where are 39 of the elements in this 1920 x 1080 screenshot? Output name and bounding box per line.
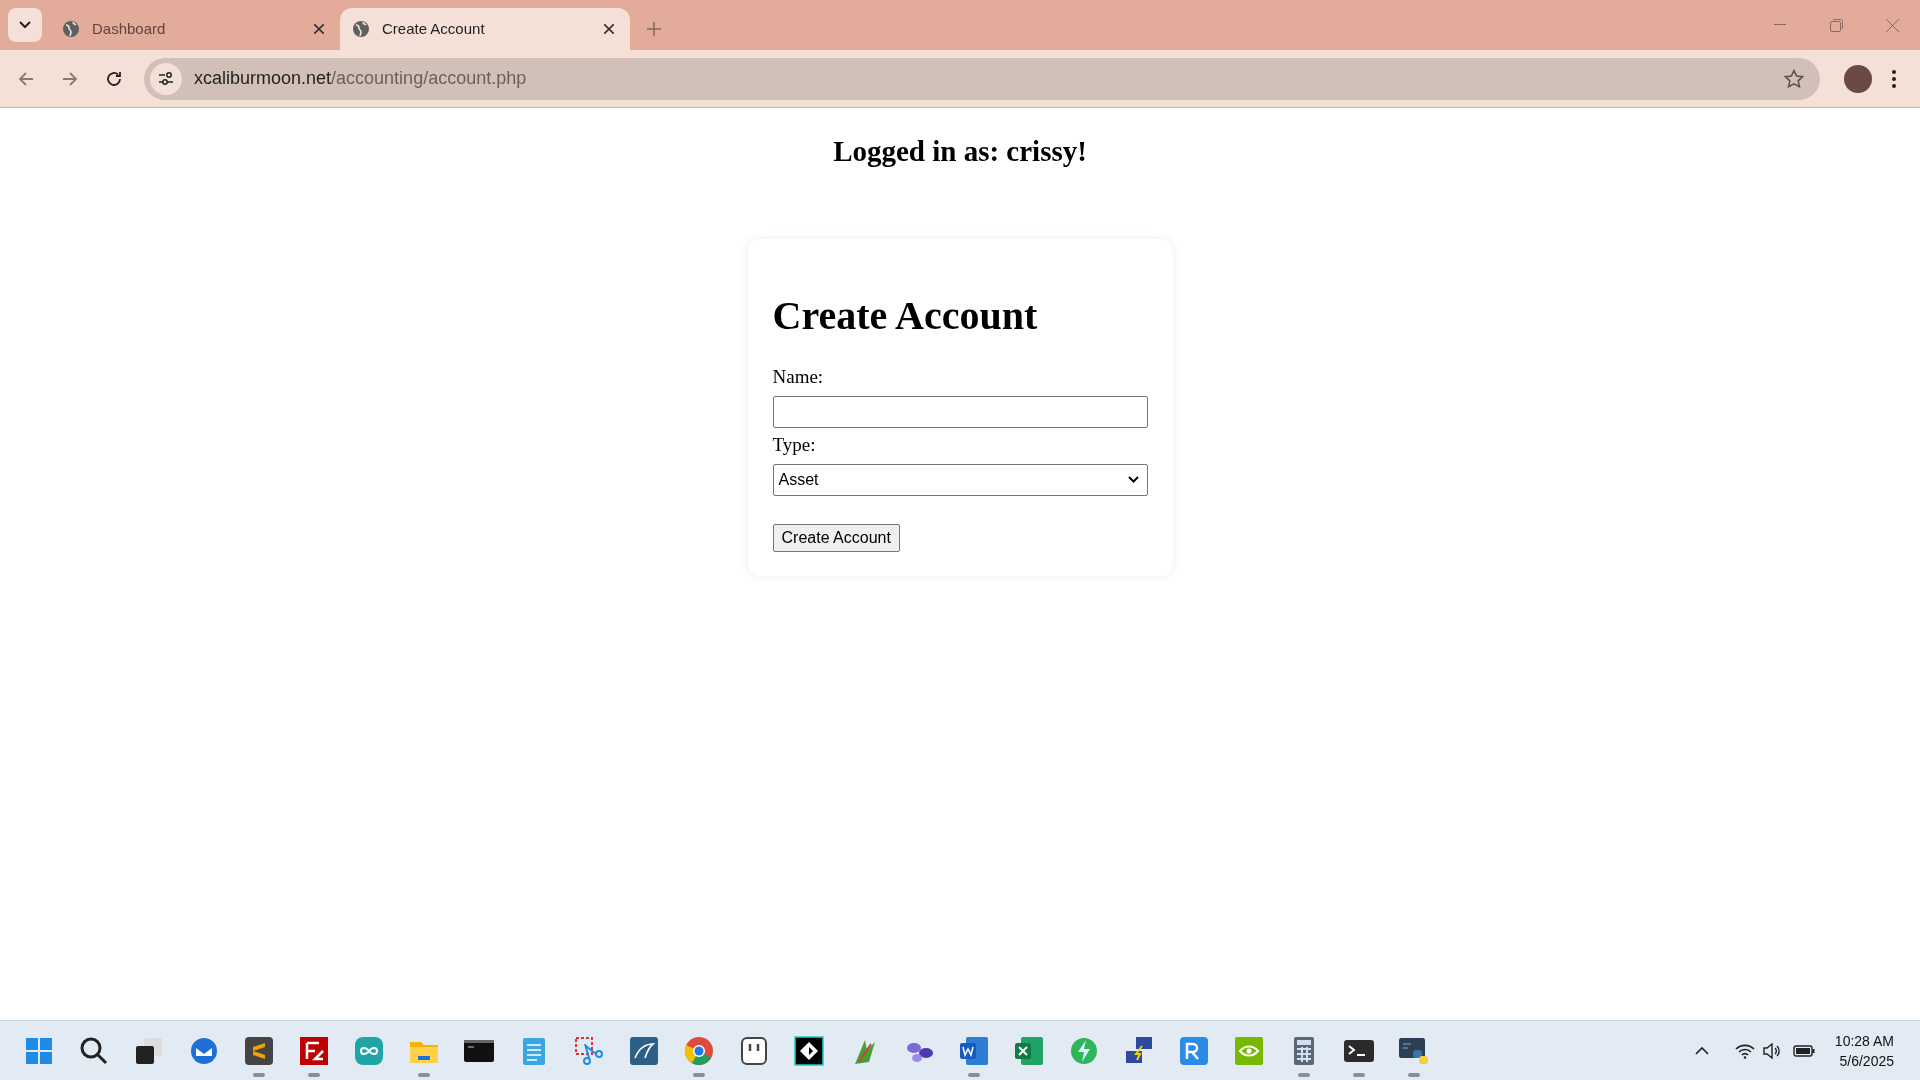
chevron-down-icon	[19, 21, 31, 29]
globe-icon	[62, 20, 80, 38]
tab-title: Dashboard	[92, 18, 167, 39]
name-input[interactable]	[772, 395, 1148, 428]
battery-icon[interactable]	[1792, 1043, 1815, 1058]
clock-date[interactable]: 5/6/2025	[1839, 1050, 1894, 1071]
minimize-icon	[1774, 24, 1786, 26]
restore-icon	[1829, 18, 1843, 32]
more-menu-icon[interactable]	[1892, 69, 1896, 88]
diamond-logo-icon	[792, 1033, 826, 1068]
address-bar[interactable]: xcaliburmoon.net/accounting/account.php	[144, 57, 1820, 100]
close-tab-icon[interactable]	[604, 24, 614, 34]
chevron-down-icon	[1127, 476, 1139, 483]
close-icon	[1885, 18, 1899, 32]
tune-icon	[158, 71, 174, 86]
back-arrow-icon	[18, 70, 34, 87]
tab-title: Create Account	[382, 18, 486, 39]
profile-avatar[interactable]	[1844, 64, 1872, 93]
form-title: Create Account	[772, 295, 1039, 336]
globe-icon	[352, 20, 370, 38]
type-dropdown[interactable]: Asset	[772, 463, 1148, 496]
login-status: Logged in as: crissy!	[833, 134, 1087, 169]
volume-icon[interactable]	[1762, 1042, 1781, 1059]
browser-tab[interactable]: Dashboard	[50, 8, 340, 50]
chevron-up-icon[interactable]	[1694, 1046, 1709, 1055]
field-label: Type:	[772, 433, 817, 456]
field-label: Name:	[772, 365, 825, 388]
tab-list-button[interactable]	[8, 8, 42, 42]
site-settings-button[interactable]	[150, 62, 182, 95]
plus-icon	[647, 22, 661, 36]
clock-time[interactable]: 10:28 AM	[1834, 1030, 1894, 1051]
url-text: xcaliburmoon.net/accounting/account.php	[194, 67, 527, 90]
forward-arrow-icon	[62, 70, 78, 87]
browser-tab[interactable]: Create Account	[340, 8, 630, 50]
star-icon[interactable]	[1784, 68, 1804, 89]
reload-icon	[106, 70, 122, 87]
close-tab-icon[interactable]	[314, 24, 324, 34]
create-account-button[interactable]: Create Account	[772, 523, 900, 552]
wifi-icon[interactable]	[1734, 1042, 1755, 1059]
